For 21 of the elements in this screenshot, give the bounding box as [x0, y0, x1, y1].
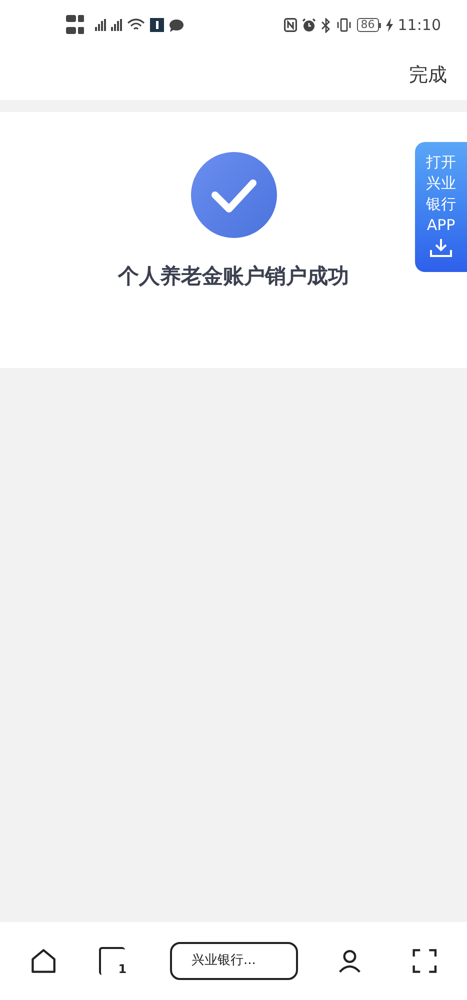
charging-icon	[386, 18, 393, 32]
download-icon	[429, 238, 453, 258]
current-tab-pill[interactable]: 兴业银行...	[170, 942, 298, 980]
done-button[interactable]: 完成	[409, 60, 447, 90]
success-check-icon	[190, 149, 278, 241]
status-time: 11:10	[398, 14, 441, 36]
cell-signal-icon	[111, 19, 122, 31]
profile-icon[interactable]	[338, 947, 362, 975]
open-app-banner[interactable]: 打开 兴业 银行 APP	[415, 142, 467, 272]
home-icon[interactable]	[30, 947, 58, 975]
scan-icon[interactable]	[412, 947, 437, 975]
bluetooth-icon	[320, 18, 331, 32]
battery-indicator: 86	[356, 18, 381, 32]
wifi-icon	[127, 18, 145, 32]
chat-bubble-icon	[169, 18, 184, 32]
vibrate-icon	[336, 18, 352, 32]
nfc-icon	[284, 18, 297, 32]
cell-signal-icon	[95, 19, 106, 31]
alarm-icon	[302, 18, 316, 32]
success-message: 个人养老金账户销户成功	[118, 263, 349, 290]
tabs-button[interactable]: 1	[99, 947, 125, 975]
